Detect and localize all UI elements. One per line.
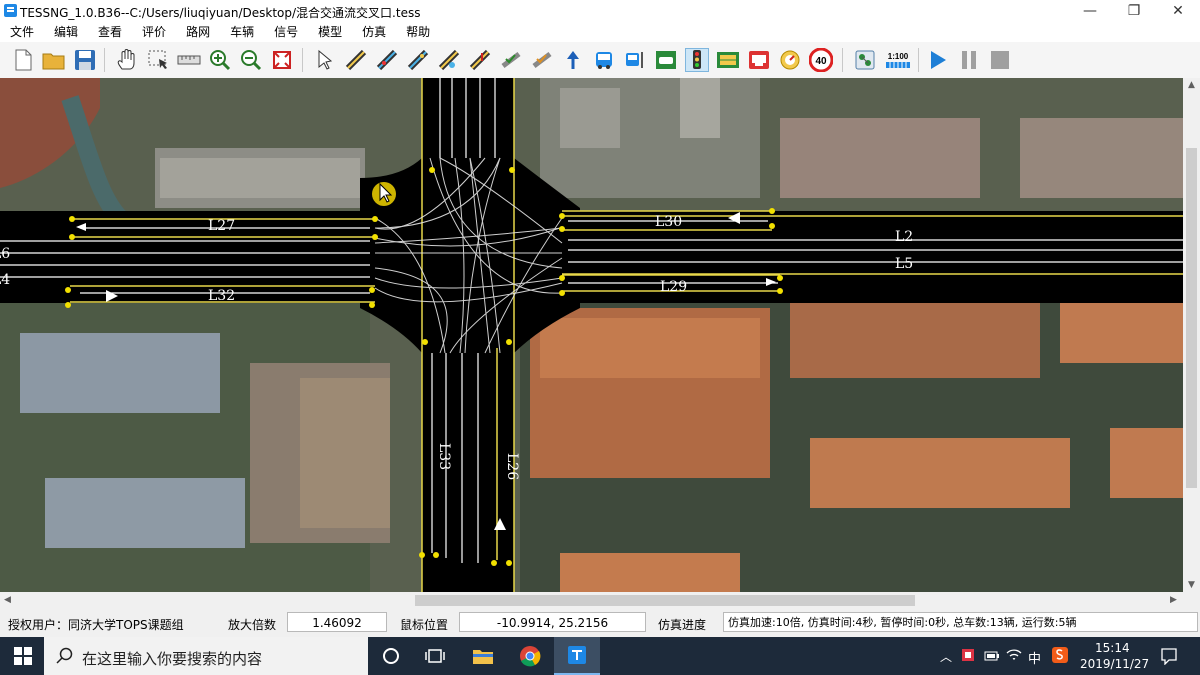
speed-limit-icon[interactable]: 40	[809, 48, 833, 72]
horizontal-scrollbar[interactable]: ◀ ▶	[0, 592, 1183, 609]
new-file-icon[interactable]	[11, 48, 35, 72]
menu-help[interactable]: 帮助	[396, 22, 440, 42]
file-explorer-icon[interactable]	[460, 637, 506, 675]
measure-icon[interactable]	[177, 48, 201, 72]
play-icon[interactable]	[926, 48, 950, 72]
link-label-l5: L5	[895, 256, 913, 272]
pointer-icon[interactable]	[313, 48, 337, 72]
simulation-info: 仿真加速:10倍, 仿真时间:4秒, 暂停时间:0秒, 总车数:13辆, 运行数…	[723, 612, 1198, 632]
vehicle-input-icon[interactable]	[654, 48, 678, 72]
menu-view[interactable]: 查看	[88, 22, 132, 42]
scale-label: 1:100	[888, 52, 909, 61]
maximize-button[interactable]: ❐	[1112, 0, 1156, 22]
path-icon[interactable]	[499, 48, 523, 72]
windows-start-icon[interactable]	[0, 637, 46, 675]
notification-icon[interactable]	[1160, 647, 1178, 668]
network-canvas[interactable]: L27 L30 L2 L5 L32 L29 L33 L26 L6 L4	[0, 78, 1183, 592]
link-label-l4: L4	[0, 272, 10, 288]
clock-time[interactable]: 15:14	[1095, 641, 1130, 655]
turn-arrow-icon[interactable]	[561, 48, 585, 72]
travel-time-icon[interactable]	[747, 48, 771, 72]
menu-signal[interactable]: 信号	[264, 22, 308, 42]
link-label-l29: L29	[660, 279, 687, 295]
draw-lane-icon[interactable]	[406, 48, 430, 72]
speed-limit-value: 40	[815, 56, 827, 67]
link-label-l27: L27	[208, 218, 235, 234]
decision-point-icon[interactable]	[468, 48, 492, 72]
route-edit-icon[interactable]	[530, 48, 554, 72]
stop-icon[interactable]	[988, 48, 1012, 72]
pause-icon[interactable]	[957, 48, 981, 72]
link-label-l6: L6	[0, 246, 10, 262]
vertical-scrollbar[interactable]: ▲ ▼	[1183, 78, 1200, 592]
cortana-icon[interactable]	[368, 637, 414, 675]
horizontal-scroll-thumb[interactable]	[415, 595, 915, 606]
menu-model[interactable]: 模型	[308, 22, 352, 42]
edit-link-icon[interactable]	[437, 48, 461, 72]
mouse-position-value: -10.9914, 25.2156	[459, 612, 646, 632]
ime-indicator[interactable]: 中	[1028, 648, 1041, 667]
search-placeholder: 在这里输入你要搜索的内容	[82, 650, 263, 668]
menu-edit[interactable]: 编辑	[44, 22, 88, 42]
scale-icon[interactable]: 1:100	[884, 48, 912, 72]
mouse-position-label: 鼠标位置	[400, 618, 449, 632]
scroll-left-icon[interactable]: ◀	[4, 595, 11, 605]
draw-connector-icon[interactable]	[375, 48, 399, 72]
menu-vehicle[interactable]: 车辆	[220, 22, 264, 42]
road-network-map[interactable]: L27 L30 L2 L5 L32 L29 L33 L26 L6 L4	[0, 78, 1183, 592]
network-settings-icon[interactable]	[853, 48, 877, 72]
bus-stop-icon[interactable]	[623, 48, 647, 72]
chrome-icon[interactable]	[507, 637, 553, 675]
zoom-out-icon[interactable]	[239, 48, 263, 72]
wifi-icon[interactable]	[1006, 648, 1022, 665]
link-label-l2: L2	[895, 229, 913, 245]
detector-icon[interactable]	[716, 48, 740, 72]
tray-app-icon[interactable]	[960, 647, 976, 666]
link-label-l30: L30	[655, 214, 682, 230]
link-label-l32: L32	[208, 288, 235, 304]
scroll-right-icon[interactable]: ▶	[1170, 595, 1177, 605]
task-view-icon[interactable]	[412, 637, 458, 675]
link-label-l33: L33	[436, 443, 452, 470]
menu-file[interactable]: 文件	[0, 22, 44, 42]
signal-light-icon[interactable]	[685, 48, 709, 72]
search-icon	[56, 647, 73, 664]
bus-line-icon[interactable]	[592, 48, 616, 72]
menu-evaluate[interactable]: 评价	[132, 22, 176, 42]
zoom-label: 放大倍数	[228, 618, 277, 632]
progress-label: 仿真进度	[658, 618, 707, 632]
scroll-down-icon[interactable]: ▼	[1188, 580, 1195, 590]
open-folder-icon[interactable]	[42, 48, 66, 72]
app-icon	[4, 4, 17, 17]
speed-gauge-icon[interactable]	[778, 48, 802, 72]
title-bar: TESSNG_1.0.B36--C:/Users/liuqiyuan/Deskt…	[0, 0, 1200, 22]
tray-expand-icon[interactable]: ︿	[940, 648, 952, 665]
clock-date[interactable]: 2019/11/27	[1080, 657, 1149, 671]
battery-icon[interactable]	[984, 650, 1000, 664]
menu-network[interactable]: 路网	[176, 22, 220, 42]
sogou-ime-icon[interactable]	[1052, 647, 1068, 666]
taskbar-search-box[interactable]: 在这里输入你要搜索的内容	[44, 637, 368, 675]
licensed-user: 授权用户：同济大学TOPS课题组	[8, 618, 184, 632]
windows-taskbar: 在这里输入你要搜索的内容 ︿ 中 15:14 2019/11/27	[0, 637, 1200, 675]
menu-simulation[interactable]: 仿真	[352, 22, 396, 42]
save-icon[interactable]	[73, 48, 97, 72]
scroll-up-icon[interactable]: ▲	[1188, 80, 1195, 90]
minimize-button[interactable]: —	[1068, 0, 1112, 22]
tessng-taskbar-icon[interactable]	[554, 637, 600, 675]
status-bar: 授权用户：同济大学TOPS课题组 放大倍数 1.46092 鼠标位置 -10.9…	[0, 609, 1200, 637]
window-title: TESSNG_1.0.B36--C:/Users/liuqiyuan/Deskt…	[20, 6, 421, 20]
pan-hand-icon[interactable]	[115, 48, 139, 72]
link-label-l26: L26	[504, 453, 520, 480]
zoom-value: 1.46092	[287, 612, 387, 632]
toolbar: 40 1:100	[0, 42, 1200, 79]
zoom-in-icon[interactable]	[208, 48, 232, 72]
close-button[interactable]: ✕	[1156, 0, 1200, 22]
select-region-icon[interactable]	[146, 48, 170, 72]
vertical-scroll-thumb[interactable]	[1186, 148, 1197, 488]
menu-bar: 文件 编辑 查看 评价 路网 车辆 信号 模型 仿真 帮助	[0, 22, 1200, 42]
draw-link-icon[interactable]	[344, 48, 368, 72]
fit-view-icon[interactable]	[270, 48, 294, 72]
